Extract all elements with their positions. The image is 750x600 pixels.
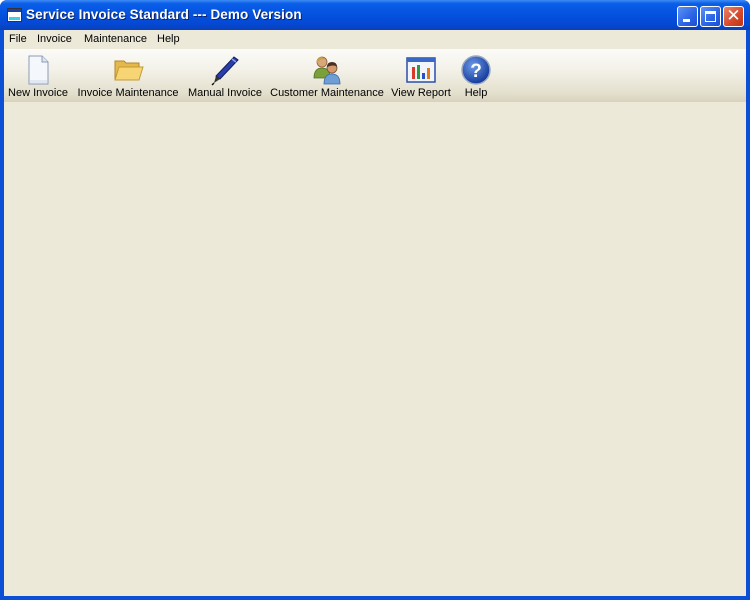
help-icon: ? bbox=[461, 55, 491, 85]
title-bar[interactable]: Service Invoice Standard --- Demo Versio… bbox=[0, 0, 750, 30]
new-invoice-label: New Invoice bbox=[8, 87, 68, 99]
view-report-button[interactable]: View Report bbox=[390, 49, 452, 101]
help-button[interactable]: ? Help bbox=[458, 49, 494, 101]
close-button[interactable]: ✕ bbox=[723, 6, 744, 27]
minimize-button[interactable] bbox=[677, 6, 698, 27]
invoice-maintenance-label: Invoice Maintenance bbox=[77, 87, 179, 99]
workspace-area bbox=[4, 102, 746, 596]
pen-icon bbox=[211, 56, 239, 86]
help-label: Help bbox=[464, 87, 488, 99]
minimize-icon bbox=[683, 19, 690, 22]
folder-icon bbox=[114, 60, 144, 81]
toolbar: New Invoice Invoice Maintenance Manual I bbox=[4, 49, 746, 102]
users-icon bbox=[313, 56, 341, 85]
invoice-maintenance-button[interactable]: Invoice Maintenance bbox=[76, 49, 180, 101]
client-area: File Invoice Maintenance Help New Invoic… bbox=[4, 30, 746, 596]
new-invoice-button[interactable]: New Invoice bbox=[4, 49, 72, 101]
manual-invoice-button[interactable]: Manual Invoice bbox=[186, 49, 264, 101]
manual-invoice-label: Manual Invoice bbox=[188, 87, 262, 99]
menu-maintenance[interactable]: Maintenance bbox=[84, 33, 147, 45]
close-icon: ✕ bbox=[726, 6, 741, 26]
customer-maintenance-button[interactable]: Customer Maintenance bbox=[270, 49, 384, 101]
app-icon[interactable] bbox=[7, 8, 22, 22]
window-title: Service Invoice Standard --- Demo Versio… bbox=[26, 7, 302, 22]
view-report-label: View Report bbox=[391, 87, 451, 99]
svg-text:?: ? bbox=[470, 61, 482, 82]
customer-maintenance-label: Customer Maintenance bbox=[270, 87, 384, 99]
report-chart-icon bbox=[406, 57, 436, 83]
menu-invoice[interactable]: Invoice bbox=[37, 33, 72, 45]
menu-bar: File Invoice Maintenance Help bbox=[4, 30, 746, 49]
maximize-icon bbox=[705, 11, 716, 22]
menu-file[interactable]: File bbox=[9, 33, 27, 45]
new-document-icon bbox=[28, 55, 49, 85]
maximize-button[interactable] bbox=[700, 6, 721, 27]
menu-help[interactable]: Help bbox=[157, 33, 180, 45]
application-window: Service Invoice Standard --- Demo Versio… bbox=[0, 0, 750, 600]
